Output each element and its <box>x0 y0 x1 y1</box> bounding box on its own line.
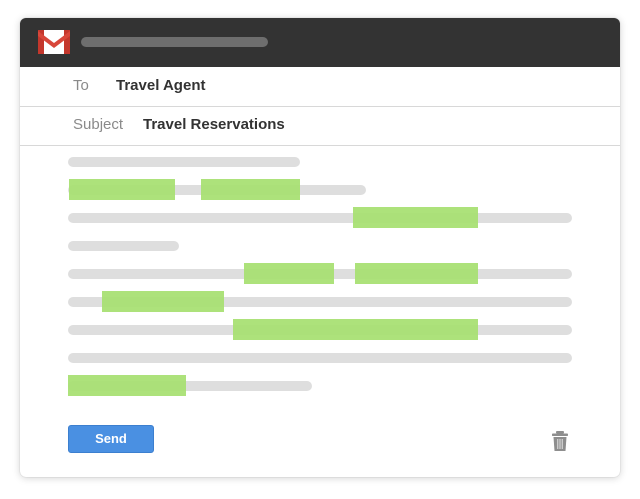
subject-field-row[interactable]: Subject Travel Reservations <box>20 106 620 146</box>
body-line <box>68 157 300 167</box>
highlighted-phrase <box>355 263 478 284</box>
highlighted-phrase <box>102 291 224 312</box>
body-line <box>68 353 572 363</box>
subject-label: Subject <box>73 116 124 133</box>
highlighted-phrase <box>201 179 300 200</box>
highlighted-phrase <box>353 207 478 228</box>
title-placeholder <box>81 37 268 47</box>
subject-field[interactable]: Travel Reservations <box>143 116 285 133</box>
highlighted-phrase <box>244 263 334 284</box>
to-field-row[interactable]: To Travel Agent <box>20 67 620 107</box>
gmail-icon <box>38 30 70 54</box>
trash-icon[interactable] <box>552 431 568 451</box>
send-button[interactable]: Send <box>68 425 154 453</box>
compose-window: To Travel Agent Subject Travel Reservati… <box>20 18 620 477</box>
body-line <box>68 241 179 251</box>
to-label: To <box>73 77 89 94</box>
highlighted-phrase <box>233 319 478 340</box>
highlighted-phrase <box>68 375 186 396</box>
body-line <box>68 213 572 223</box>
to-field[interactable]: Travel Agent <box>116 77 205 94</box>
highlighted-phrase <box>69 179 175 200</box>
title-bar <box>20 18 620 67</box>
